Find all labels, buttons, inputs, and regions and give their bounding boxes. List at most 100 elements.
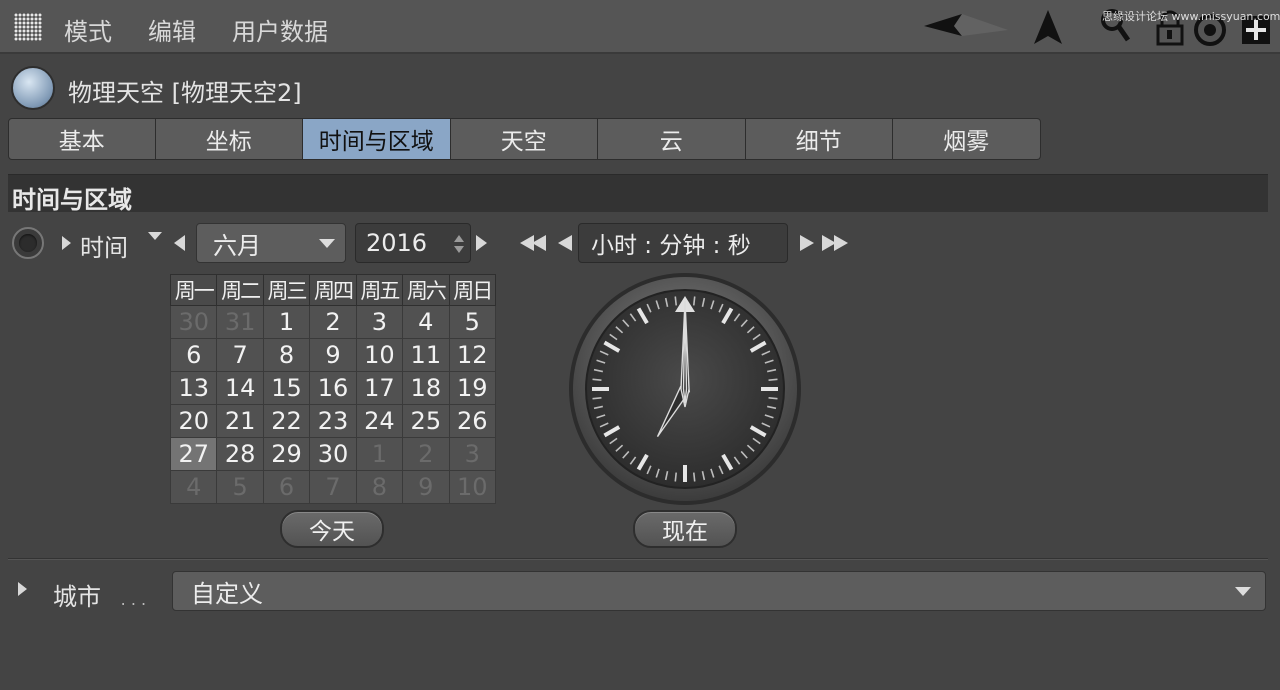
year-stepper[interactable]: 2016 xyxy=(355,223,471,263)
calendar-day[interactable]: 1 xyxy=(262,305,311,339)
calendar-day[interactable]: 24 xyxy=(355,404,404,438)
calendar-day[interactable]: 6 xyxy=(169,338,218,372)
calendar-day[interactable]: 5 xyxy=(448,305,497,339)
city-value: 自定义 xyxy=(191,579,263,608)
tab-time-location[interactable]: 时间与区域 xyxy=(303,118,451,160)
calendar-day[interactable]: 8 xyxy=(355,470,404,504)
clock-minute-tick xyxy=(592,396,602,400)
tab-fog[interactable]: 烟雾 xyxy=(893,118,1041,160)
calendar-day[interactable]: 22 xyxy=(262,404,311,438)
calendar-day[interactable]: 2 xyxy=(402,437,450,471)
clock-minute-tick xyxy=(674,472,678,482)
calendar-day[interactable]: 17 xyxy=(355,371,404,405)
year-value: 2016 xyxy=(366,229,428,257)
chevron-down-icon xyxy=(1235,587,1251,596)
calendar-day[interactable]: 29 xyxy=(262,437,311,471)
calendar-day[interactable]: 2 xyxy=(309,305,357,339)
calendar-day[interactable]: 12 xyxy=(448,338,497,372)
city-label-dots: . . . xyxy=(120,590,147,609)
calendar-day[interactable]: 26 xyxy=(448,404,497,438)
calendar-day[interactable]: 20 xyxy=(169,404,218,438)
calendar-day[interactable]: 10 xyxy=(355,338,404,372)
navigate-up-icon[interactable] xyxy=(1034,10,1062,44)
calendar-day[interactable]: 30 xyxy=(309,437,357,471)
weekday-header: 周日 xyxy=(448,274,497,306)
calendar-day[interactable]: 7 xyxy=(216,338,264,372)
clock-minute-tick xyxy=(768,378,778,382)
weekday-header: 周二 xyxy=(216,274,264,306)
menu-edit[interactable]: 编辑 xyxy=(148,12,196,47)
calendar-day[interactable]: 7 xyxy=(309,470,357,504)
tab-basic[interactable]: 基本 xyxy=(8,118,156,160)
time-options-dropdown-icon[interactable] xyxy=(148,232,162,240)
calendar-day[interactable]: 13 xyxy=(169,371,218,405)
month-select[interactable]: 六月 xyxy=(196,223,346,263)
calendar-day[interactable]: 9 xyxy=(309,338,357,372)
calendar-day[interactable]: 25 xyxy=(402,404,450,438)
object-title: 物理天空 [物理天空2] xyxy=(68,79,302,107)
section-title: 时间与区域 xyxy=(12,186,132,214)
calendar-day[interactable]: 16 xyxy=(309,371,357,405)
section-divider xyxy=(8,558,1268,560)
weekday-header: 周一 xyxy=(169,274,218,306)
calendar-day[interactable]: 4 xyxy=(169,470,218,504)
city-expand-triangle-icon[interactable] xyxy=(18,582,27,596)
menu-mode[interactable]: 模式 xyxy=(64,12,112,47)
time-label: 时间 xyxy=(80,234,128,262)
calendar-day[interactable]: 18 xyxy=(402,371,450,405)
analog-clock[interactable] xyxy=(568,272,802,506)
calendar-day[interactable]: 6 xyxy=(262,470,311,504)
city-select[interactable]: 自定义 xyxy=(172,571,1266,611)
rewind-double-arrow-icon[interactable] xyxy=(520,233,576,253)
calendar-day[interactable]: 28 xyxy=(216,437,264,471)
grid-menu-icon[interactable] xyxy=(14,13,42,41)
calendar-day[interactable]: 31 xyxy=(216,305,264,339)
back-arrow-icon[interactable] xyxy=(924,14,1008,36)
calendar-week-row: 30 31 1 2 3 4 5 xyxy=(169,305,497,339)
stepper-arrows-icon[interactable] xyxy=(453,234,465,254)
expand-triangle-icon[interactable] xyxy=(62,236,71,250)
calendar-day[interactable]: 30 xyxy=(169,305,218,339)
clock-minute-tick xyxy=(674,296,678,306)
today-button[interactable]: 今天 xyxy=(280,510,384,548)
calendar-day[interactable]: 1 xyxy=(355,437,404,471)
calendar-day[interactable]: 23 xyxy=(309,404,357,438)
calendar-week-row: 6 7 8 9 10 11 12 xyxy=(169,338,497,372)
watermark: 思缘设计论坛 www.missyuan.com xyxy=(1102,10,1280,23)
weekday-header: 周四 xyxy=(309,274,357,306)
month-value: 六月 xyxy=(213,231,261,260)
calendar-day[interactable]: 15 xyxy=(262,371,311,405)
tab-clouds[interactable]: 云 xyxy=(598,118,746,160)
next-month-arrow-icon[interactable] xyxy=(476,235,487,251)
clock-minute-tick xyxy=(592,378,602,382)
calendar-week-row: 4 5 6 7 8 9 10 xyxy=(169,470,497,504)
tab-coordinates[interactable]: 坐标 xyxy=(155,118,303,160)
weekday-header: 周六 xyxy=(402,274,450,306)
calendar-day[interactable]: 4 xyxy=(402,305,450,339)
calendar-day-selected[interactable]: 27 xyxy=(169,437,218,471)
calendar-day[interactable]: 19 xyxy=(448,371,497,405)
calendar-day[interactable]: 14 xyxy=(216,371,264,405)
calendar-day[interactable]: 9 xyxy=(402,470,450,504)
calendar-day[interactable]: 11 xyxy=(402,338,450,372)
city-label-text: 城市 xyxy=(53,583,101,611)
weekday-header: 周五 xyxy=(355,274,404,306)
prev-month-arrow-icon[interactable] xyxy=(174,235,185,251)
calendar-day[interactable]: 3 xyxy=(448,437,497,471)
time-format-field[interactable]: 小时 : 分钟 : 秒 xyxy=(578,223,788,263)
forward-double-arrow-icon[interactable] xyxy=(796,233,852,253)
tab-details[interactable]: 细节 xyxy=(745,118,893,160)
calendar-day[interactable]: 8 xyxy=(262,338,311,372)
weekday-header: 周三 xyxy=(262,274,311,306)
menu-user-data[interactable]: 用户数据 xyxy=(232,12,328,47)
tab-sky[interactable]: 天空 xyxy=(450,118,598,160)
calendar-grid: 周一 周二 周三 周四 周五 周六 周日 30 31 1 2 3 4 5 6 7 8 9 10 11 12 13 14 15… xyxy=(169,274,497,504)
calendar-day[interactable]: 5 xyxy=(216,470,264,504)
now-button[interactable]: 现在 xyxy=(633,510,737,548)
calendar-day[interactable]: 10 xyxy=(448,470,497,504)
calendar-day[interactable]: 3 xyxy=(355,305,404,339)
calendar-week-row: 27 28 29 30 1 2 3 xyxy=(169,437,497,471)
section-header-bar xyxy=(8,174,1268,212)
animate-time-radio[interactable] xyxy=(12,227,44,259)
calendar-day[interactable]: 21 xyxy=(216,404,264,438)
